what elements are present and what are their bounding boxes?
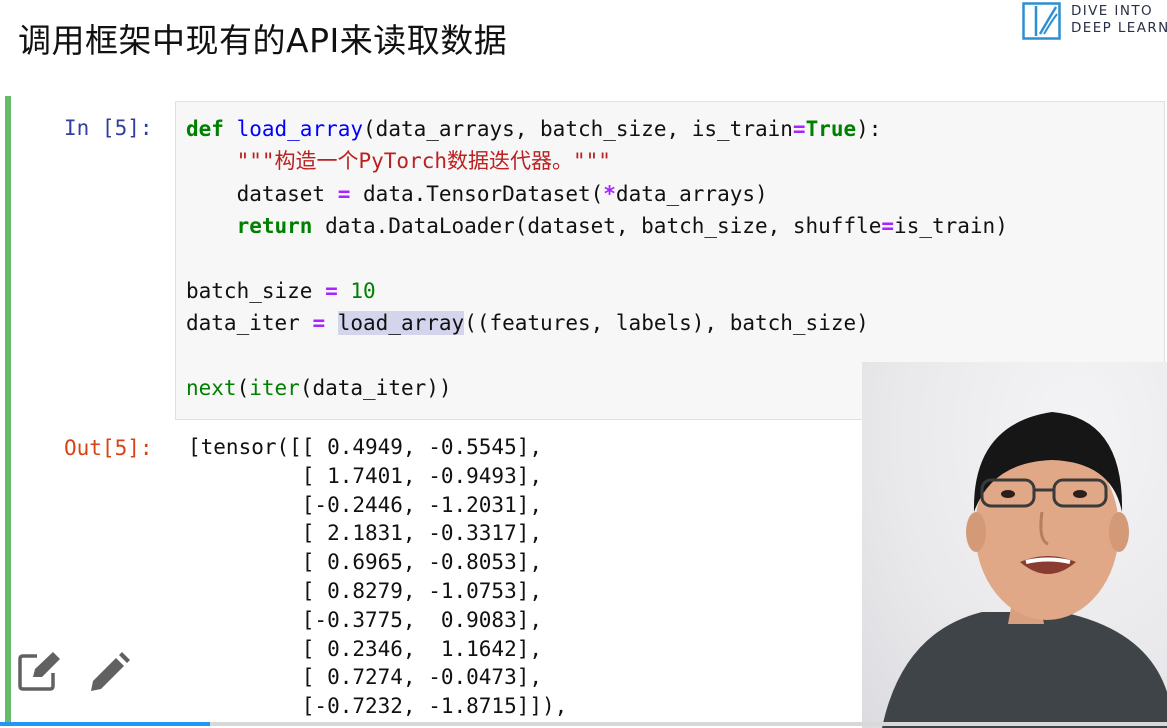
code-token: = bbox=[881, 214, 895, 239]
code-token: data_iter bbox=[186, 311, 313, 336]
code-editor[interactable]: def load_array(data_arrays, batch_size, … bbox=[186, 113, 1008, 405]
code-token: data_arrays) bbox=[615, 181, 768, 206]
video-progress-fill bbox=[0, 722, 211, 726]
code-token: * bbox=[603, 181, 616, 206]
logo-line1: DIVE INTO bbox=[1071, 3, 1153, 19]
input-prompt: In [5]: bbox=[64, 116, 153, 140]
code-token: return bbox=[236, 214, 313, 239]
code-token: = bbox=[792, 117, 806, 141]
code-token: next bbox=[186, 376, 237, 401]
code-token: dataset bbox=[236, 181, 338, 206]
edit-square-icon[interactable] bbox=[17, 652, 63, 692]
code-token: iter bbox=[249, 376, 300, 401]
output-line: [-0.7232, -1.8715]]), bbox=[188, 694, 568, 719]
presenter-figure bbox=[882, 412, 1167, 728]
code-token: = bbox=[337, 181, 351, 206]
code-token: batch_size bbox=[186, 279, 326, 304]
code-token: (data_iter)) bbox=[299, 376, 452, 401]
dive-into-deep-learning-logo: DIVE INTO DEEP LEARN bbox=[1020, 0, 1167, 44]
code-token: load_array bbox=[236, 117, 364, 141]
code-token: ( bbox=[236, 376, 250, 401]
code-token: data.TensorDataset( bbox=[350, 181, 604, 206]
pencil-icon[interactable] bbox=[88, 652, 130, 694]
book-logo-icon bbox=[1022, 2, 1061, 40]
code-token: True bbox=[805, 117, 857, 141]
code-token: = bbox=[325, 279, 338, 304]
output-line: [ 0.6965, -0.8053], bbox=[188, 550, 543, 575]
code-token: ): bbox=[856, 117, 882, 141]
output-line: [-0.2446, -1.2031], bbox=[188, 492, 543, 517]
cell-output: [tensor([[ 0.4949, -0.5545], [ 1.7401, -… bbox=[188, 433, 567, 721]
code-token: data.DataLoader(dataset, batch_size, shu… bbox=[312, 214, 882, 239]
selected-text[interactable]: load_array bbox=[337, 311, 465, 336]
presenter-video bbox=[862, 362, 1167, 728]
code-token: (data_arrays, batch_size, is_train bbox=[363, 117, 793, 141]
output-line: [ 2.1831, -0.3317], bbox=[188, 521, 543, 546]
selected-cell-indicator bbox=[5, 96, 11, 724]
code-token: 10 bbox=[350, 279, 376, 304]
logo-line2: DEEP LEARN bbox=[1071, 20, 1167, 36]
code-token: ((features, labels), batch_size) bbox=[464, 311, 869, 336]
code-token: = bbox=[312, 311, 326, 336]
code-token: is_train) bbox=[894, 214, 1008, 239]
output-line: [ 0.2346, 1.1642], bbox=[188, 636, 543, 661]
docstring: """构造一个PyTorch数据迭代器。""" bbox=[236, 149, 611, 174]
output-line: [-0.3775, 0.9083], bbox=[188, 607, 543, 632]
video-progress-bar[interactable] bbox=[0, 722, 1167, 726]
code-token: def bbox=[186, 117, 224, 141]
output-line: [ 0.7274, -0.0473], bbox=[188, 665, 543, 690]
output-prompt: Out[5]: bbox=[64, 436, 153, 460]
output-line: [ 0.8279, -1.0753], bbox=[188, 578, 543, 603]
output-line: [tensor([[ 0.4949, -0.5545], bbox=[188, 435, 543, 459]
slide-title: 调用框架中现有的API来读取数据 bbox=[18, 21, 508, 60]
output-line: [ 1.7401, -0.9493], bbox=[188, 463, 543, 488]
